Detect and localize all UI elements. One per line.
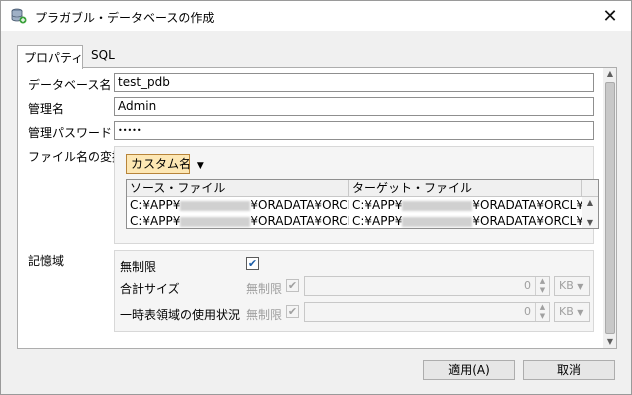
redacted-text [180,200,251,211]
redacted-text [180,216,251,227]
checkmark-icon: ✔ [247,257,258,270]
temp-unlimited-checkbox[interactable]: ✔ [286,305,299,318]
source-file-cell[interactable]: C:¥APP¥ ¥ORADATA¥ORCL¥P... [127,197,349,213]
target-path-suffix: ¥ORADATA¥ORCL¥P... [472,198,582,212]
storage-label: 記憶域 [28,254,65,268]
redacted-text [402,216,473,227]
temp-usage-label: 一時表領域の使用状況 [120,308,241,322]
total-unlimited-checkbox[interactable]: ✔ [286,279,299,292]
unlimited-checkbox[interactable]: ✔ [246,257,259,270]
table-scrollbar[interactable]: ▲ ▼ [582,197,598,228]
panel-scrollbar[interactable]: ▲ ▼ [603,68,616,348]
title-bar: プラガブル・データベースの作成 ✕ [1,1,631,31]
scroll-up-icon[interactable]: ▲ [603,68,616,80]
total-size-unit-select[interactable]: KB ▼ [554,276,590,296]
cancel-button[interactable]: 取消 [523,360,615,380]
header-corner [582,180,598,197]
scroll-down-icon[interactable]: ▼ [582,217,598,228]
source-file-cell[interactable]: C:¥APP¥ ¥ORADATA¥ORCL¥P... [127,213,349,228]
redacted-text [402,200,473,211]
source-path-prefix: C:¥APP¥ [130,214,181,228]
target-path-prefix: C:¥APP¥ [352,198,403,212]
column-header-source[interactable]: ソース・ファイル [127,180,349,197]
database-add-icon [11,8,27,24]
scrollbar-thumb[interactable] [605,82,615,334]
dialog-window: プラガブル・データベースの作成 ✕ プロパティ SQL データベース名 test… [0,0,632,395]
target-path-suffix: ¥ORADATA¥ORCL¥P... [472,214,582,228]
source-path-prefix: C:¥APP¥ [130,198,181,212]
apply-button[interactable]: 適用(A) [423,360,515,380]
admin-password-input[interactable]: ••••• [114,121,594,140]
temp-usage-unit-select[interactable]: KB ▼ [554,302,590,322]
source-path-suffix: ¥ORADATA¥ORCL¥P... [250,214,349,228]
total-size-label: 合計サイズ [120,282,180,296]
total-size-spinner[interactable]: 0 ▲ ▼ [304,276,550,296]
db-name-input[interactable]: test_pdb [114,73,594,92]
convert-type-value: カスタム名 [131,157,192,171]
window-title: プラガブル・データベースの作成 [35,11,215,25]
spinner-arrows-icon[interactable]: ▲ ▼ [535,303,549,321]
scroll-up-icon[interactable]: ▲ [582,197,598,209]
target-file-cell[interactable]: C:¥APP¥ ¥ORADATA¥ORCL¥P... [349,213,582,228]
temp-usage-spinner[interactable]: 0 ▲ ▼ [304,302,550,322]
chevron-down-icon: ▼ [577,308,584,317]
chevron-down-icon: ▼ [577,282,584,291]
admin-name-input[interactable]: Admin [114,97,594,116]
temp-usage-unit: KB [559,305,574,318]
spinner-arrows-icon[interactable]: ▲ ▼ [535,277,549,295]
db-name-label: データベース名 [28,78,112,92]
scroll-down-icon[interactable]: ▼ [603,336,616,348]
admin-password-label: 管理パスワード [28,126,113,140]
target-file-cell[interactable]: C:¥APP¥ ¥ORADATA¥ORCL¥P... [349,197,582,213]
target-path-prefix: C:¥APP¥ [352,214,403,228]
close-icon: ✕ [602,5,618,27]
properties-panel: データベース名 test_pdb 管理名 Admin 管理パスワード •••••… [17,67,617,349]
checkmark-icon: ✔ [287,305,298,318]
total-size-value: 0 [524,279,531,292]
total-unlimited-label: 無制限 [246,282,283,296]
tab-sql[interactable]: SQL [85,45,121,67]
admin-name-label: 管理名 [28,102,65,116]
file-convert-label: ファイル名の変換 [28,150,125,164]
checkmark-icon: ✔ [287,279,298,292]
unlimited-label: 無制限 [120,260,157,274]
temp-usage-value: 0 [524,305,531,318]
total-size-unit: KB [559,279,574,292]
column-header-target[interactable]: ターゲット・ファイル [349,180,582,197]
tab-properties[interactable]: プロパティ [17,45,83,69]
temp-unlimited-label: 無制限 [246,308,283,322]
file-mapping-table: ソース・ファイル ターゲット・ファイル C:¥APP¥¥ORADATA¥ORCL… [126,179,599,229]
chevron-down-icon: ▼ [196,161,204,171]
convert-type-dropdown[interactable]: カスタム名 ▼ [126,154,204,174]
source-path-suffix: ¥ORADATA¥ORCL¥P... [250,198,349,212]
close-button[interactable]: ✕ [593,3,627,29]
